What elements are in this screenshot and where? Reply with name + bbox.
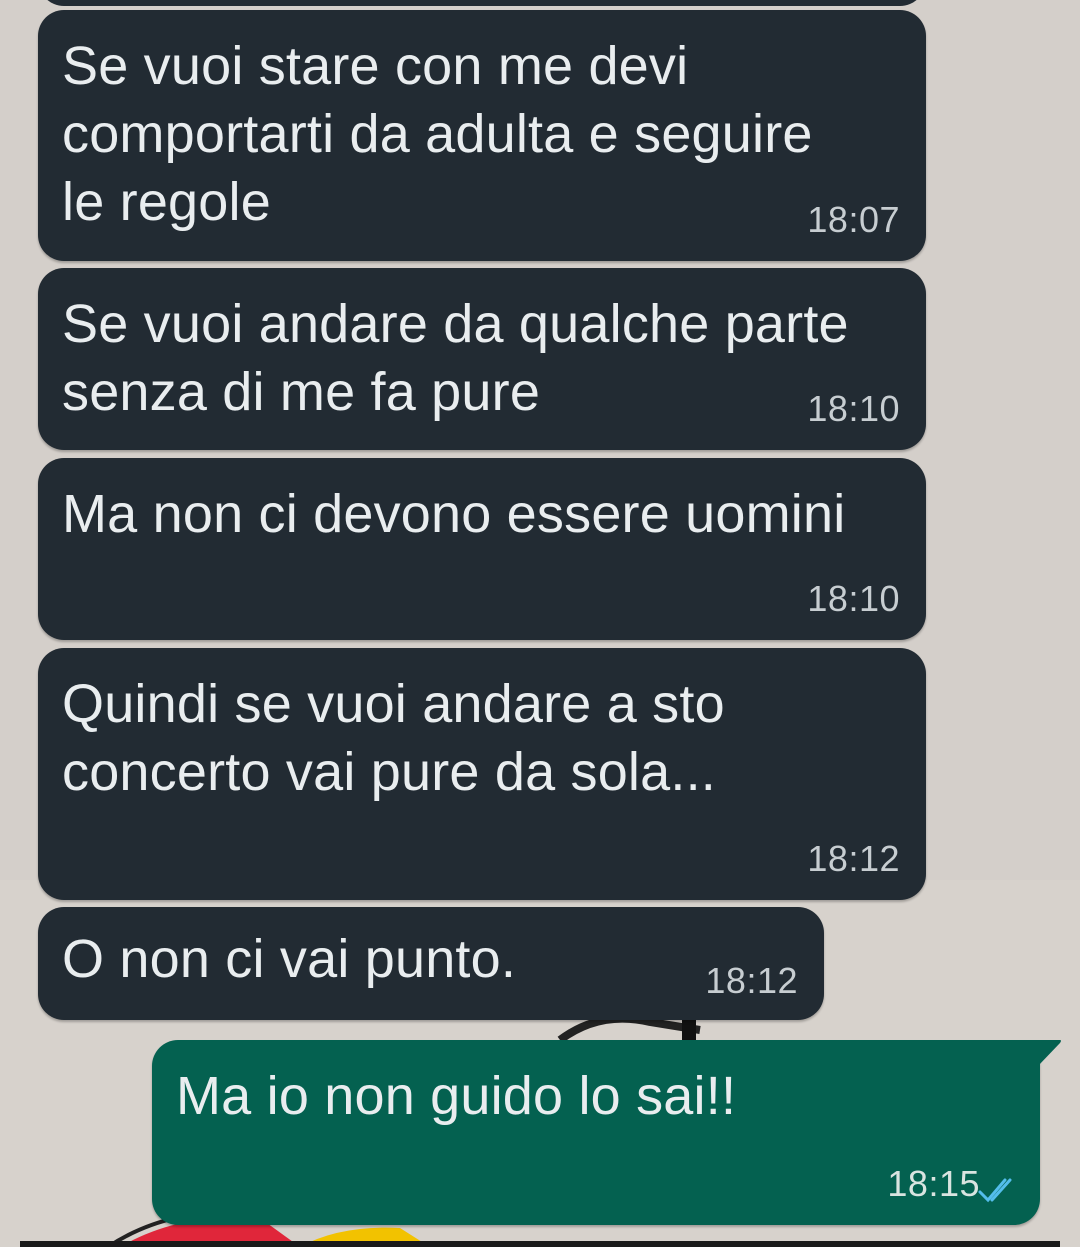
message-time: 18:12	[807, 838, 900, 879]
message-bubble-outgoing[interactable]: Ma io non guido lo sai!! 18:15	[152, 1040, 1061, 1225]
message-time: 18:10	[807, 578, 900, 619]
message-text: O non ci vai punto.	[62, 929, 517, 989]
message-text: Quindi se vuoi andare a sto concerto vai…	[62, 674, 725, 802]
previous-message-edge	[38, 0, 926, 6]
message-text: Ma non ci devono essere uomini	[62, 484, 846, 544]
message-time: 18:12	[705, 960, 798, 1001]
message-bubble-incoming[interactable]: O non ci vai punto. 18:12	[38, 907, 824, 1020]
double-check-icon	[978, 1178, 1012, 1203]
message-text: Ma io non guido lo sai!!	[176, 1066, 737, 1126]
message-time: 18:10	[807, 388, 900, 429]
message-time: 18:07	[807, 199, 900, 240]
message-bubble-incoming[interactable]: Se vuoi stare con me devi comportarti da…	[38, 10, 926, 261]
message-bubble-incoming[interactable]: Quindi se vuoi andare a sto concerto vai…	[38, 648, 926, 900]
bubble-tail	[1038, 1040, 1061, 1066]
message-bubble-incoming[interactable]: Se vuoi andare da qualche parte senza di…	[38, 268, 926, 450]
message-time: 18:15	[887, 1163, 980, 1204]
screen-bottom-edge	[20, 1241, 1060, 1247]
message-bubble-incoming[interactable]: Ma non ci devono essere uomini 18:10	[38, 458, 926, 640]
message-text: Se vuoi andare da qualche parte senza di…	[62, 294, 849, 422]
message-text: Se vuoi stare con me devi comportarti da…	[62, 36, 813, 232]
